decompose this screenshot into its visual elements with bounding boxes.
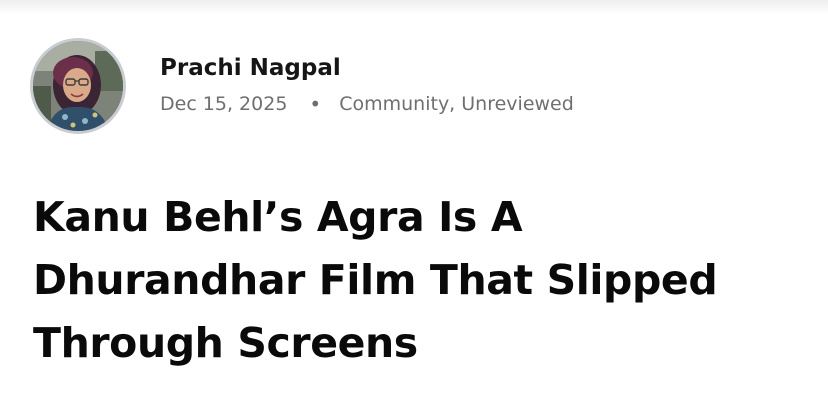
post-categories[interactable]: Community, Unreviewed: [339, 93, 574, 115]
post-meta: Dec 15, 2025 • Community, Unreviewed: [160, 92, 574, 116]
meta-separator: •: [309, 92, 322, 116]
author-name[interactable]: Prachi Nagpal: [160, 55, 341, 81]
avatar-photo-icon: [33, 41, 123, 131]
author-avatar[interactable]: [30, 38, 126, 134]
post-date: Dec 15, 2025: [160, 93, 288, 115]
author-byline: Prachi Nagpal Dec 15, 2025 • Community, …: [30, 38, 810, 134]
article-title[interactable]: Kanu Behl’s Agra Is A Dhurandhar Film Th…: [33, 186, 803, 375]
top-shadow: [0, 0, 828, 14]
